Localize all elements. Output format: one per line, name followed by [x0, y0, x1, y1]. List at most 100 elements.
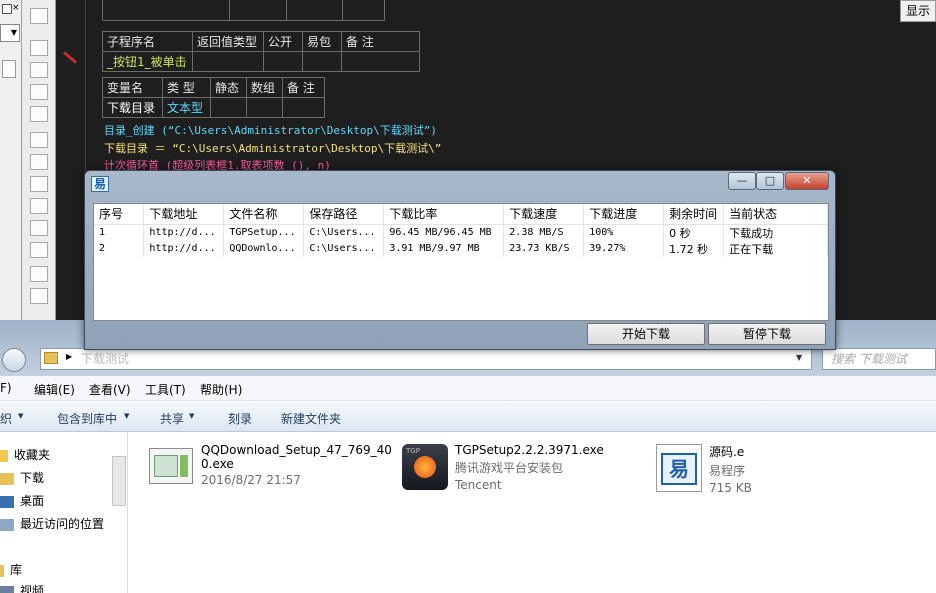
nav-libraries[interactable]: 库	[0, 561, 22, 578]
folder-icon	[44, 352, 58, 364]
address-dropdown-icon[interactable]: ▼	[796, 353, 802, 362]
variable-array-cell[interactable]	[246, 97, 283, 118]
display-button[interactable]: 显示	[900, 0, 936, 22]
tool-label-icon[interactable]	[30, 8, 48, 24]
panel-dropdown[interactable]: ▼	[0, 24, 20, 42]
start-download-button[interactable]: 开始下载	[587, 323, 705, 345]
variable-static-cell[interactable]	[210, 97, 247, 118]
download-manager-window: 易 — □ ✕ 序号 下载地址 文件名称 保存路径 下载比率 下载速度 下载进度…	[84, 170, 836, 350]
panel-restore-icon[interactable]	[2, 4, 12, 14]
download-list[interactable]: 序号 下载地址 文件名称 保存路径 下载比率 下载速度 下载进度 剩余时间 当前…	[93, 203, 829, 321]
command-bar: 织 ▼ 包含到库中 ▼ 共享 ▼ 刻录 新建文件夹	[0, 402, 936, 432]
row-status: 下载成功	[723, 224, 828, 241]
menu-view[interactable]: 查看(V)	[89, 381, 131, 398]
file-icon-tgp[interactable]: TGP	[402, 444, 448, 490]
col-ratio[interactable]: 下载比率	[383, 204, 505, 225]
row-remaining: 1.72 秒	[663, 240, 725, 257]
chevron-right-icon[interactable]: ▶	[66, 352, 72, 361]
nav-recent[interactable]: 最近访问的位置	[0, 515, 104, 532]
tool-align-icon[interactable]	[30, 40, 48, 56]
pause-download-button[interactable]: 暂停下载	[708, 323, 826, 345]
library-icon	[0, 564, 4, 577]
editor-gutter	[56, 0, 86, 320]
col-savepath[interactable]: 保存路径	[303, 204, 385, 225]
header-stub-table	[102, 0, 385, 21]
subroutine-name-cell[interactable]: _按钮1_被单击	[102, 51, 193, 72]
back-button[interactable]	[2, 348, 26, 372]
subroutine-return-cell[interactable]	[192, 51, 264, 72]
tool-bottom-icon[interactable]	[30, 198, 48, 214]
nav-downloads[interactable]: 下载	[0, 469, 44, 486]
file-icon-easy-source[interactable]: 易	[656, 444, 702, 492]
nav-desktop-label: 桌面	[20, 494, 45, 508]
panel-close-icon[interactable]: ×	[12, 4, 21, 14]
star-icon	[0, 449, 8, 462]
tool-center-icon[interactable]	[30, 132, 48, 148]
tool-grid-icon[interactable]	[30, 106, 48, 122]
navigation-pane: 收藏夹 下载 桌面 最近访问的位置 库 视频	[0, 432, 128, 593]
col-filename[interactable]: 文件名称	[223, 204, 305, 225]
row-ratio: 3.91 MB/9.97 MB	[383, 240, 505, 257]
tool-distribute-icon[interactable]	[30, 62, 48, 78]
subroutine-public-cell[interactable]	[263, 51, 303, 72]
table-header-row: 序号 下载地址 文件名称 保存路径 下载比率 下载速度 下载进度 剩余时间 当前…	[94, 204, 828, 225]
share-button[interactable]: 共享	[160, 410, 184, 427]
menu-file[interactable]: F)	[0, 381, 12, 395]
tool-width-icon[interactable]	[30, 266, 48, 282]
col-index[interactable]: 序号	[94, 204, 145, 225]
search-input[interactable]: 搜索 下载测试	[822, 348, 936, 370]
col-url[interactable]: 下载地址	[143, 204, 225, 225]
new-folder-button[interactable]: 新建文件夹	[281, 410, 341, 427]
organize-button[interactable]: 织	[0, 410, 12, 427]
nav-videos[interactable]: 视频	[0, 582, 44, 593]
subroutine-remark-cell[interactable]	[341, 51, 420, 72]
tool-space-icon[interactable]	[30, 84, 48, 100]
tool-height-icon[interactable]	[30, 220, 48, 236]
nav-scrollbar[interactable]	[112, 456, 126, 506]
tool-top-icon[interactable]	[30, 176, 48, 192]
file-name: QQDownload_Setup_47_769_40	[201, 443, 392, 457]
table-row[interactable]: 1 http://d... TGPSetup... C:\Users... 96…	[94, 224, 828, 241]
menu-edit[interactable]: 编辑(E)	[34, 381, 75, 398]
maximize-button[interactable]: □	[756, 172, 784, 190]
code-line-2[interactable]: 下载目录 ＝ “C:\Users\Administrator\Desktop\下…	[104, 140, 441, 156]
file-item[interactable]: QQDownload_Setup_47_769_40 0.exe 2016/8/…	[201, 443, 392, 487]
tool-vspace-icon[interactable]	[30, 242, 48, 258]
include-in-library-button[interactable]: 包含到库中	[57, 410, 117, 427]
file-item[interactable]: TGPSetup2.2.2.3971.exe 腾讯游戏平台安装包 Tencent	[455, 443, 604, 492]
variable-name-cell[interactable]: 下载目录	[102, 97, 163, 118]
chevron-down-icon: ▼	[18, 412, 24, 420]
burn-button[interactable]: 刻录	[228, 410, 252, 427]
file-company: Tencent	[455, 478, 502, 492]
file-type: 易程序	[709, 464, 746, 478]
menu-help[interactable]: 帮助(H)	[200, 381, 242, 398]
var-header-array: 数组	[246, 77, 283, 98]
file-icon-qqdownload[interactable]	[149, 448, 193, 484]
table-row[interactable]: 2 http://d... QQDownlo... C:\Users... 3.…	[94, 240, 828, 257]
subroutine-easypkg-cell[interactable]	[302, 51, 342, 72]
var-header-remark: 备 注	[282, 77, 325, 98]
menu-tools[interactable]: 工具(T)	[145, 381, 186, 398]
col-speed[interactable]: 下载速度	[503, 204, 585, 225]
address-field[interactable]: 下载测试	[40, 348, 812, 370]
var-header-type: 类 型	[162, 77, 211, 98]
nav-desktop[interactable]: 桌面	[0, 492, 44, 509]
nav-favorites[interactable]: 收藏夹	[0, 446, 50, 463]
col-remaining[interactable]: 剩余时间	[663, 204, 725, 225]
row-savepath: C:\Users...	[303, 240, 385, 257]
variable-type-cell[interactable]: 文本型	[162, 97, 211, 118]
nav-videos-label: 视频	[20, 584, 45, 593]
panel-scroll-thumb[interactable]	[2, 60, 16, 78]
tool-size-icon[interactable]	[30, 288, 48, 304]
row-filename: QQDownlo...	[223, 240, 305, 257]
code-line-1[interactable]: 目录_创建 (“C:\Users\Administrator\Desktop\下…	[104, 122, 437, 138]
col-progress[interactable]: 下载进度	[583, 204, 665, 225]
col-status[interactable]: 当前状态	[723, 204, 828, 225]
variable-remark-cell[interactable]	[282, 97, 325, 118]
row-status: 正在下载	[723, 240, 828, 257]
tool-middle-icon[interactable]	[30, 154, 48, 170]
close-button[interactable]: ✕	[785, 172, 829, 190]
minimize-button[interactable]: —	[728, 172, 756, 190]
file-item[interactable]: 源码.e 易程序 715 KB	[709, 443, 752, 495]
breakpoint-marker-icon[interactable]	[62, 51, 78, 64]
